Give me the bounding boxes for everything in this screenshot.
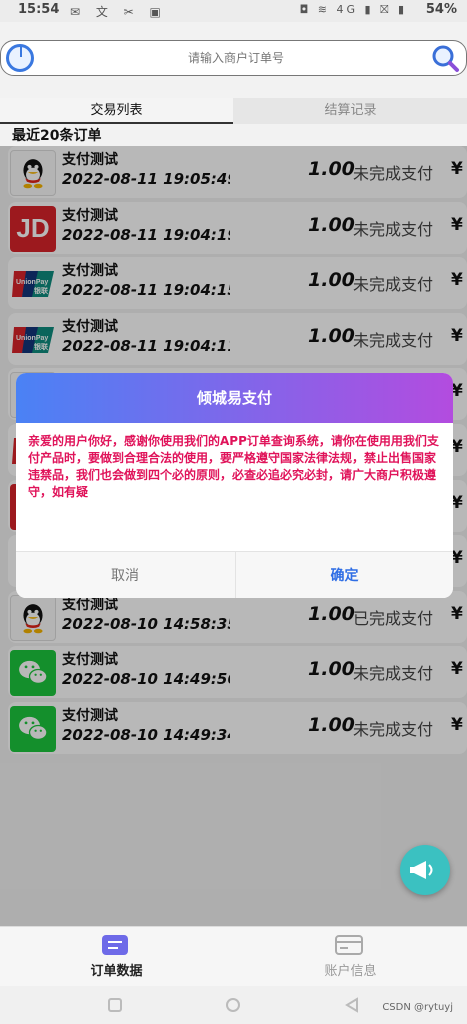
dialog-actions: 取消 确定 (16, 551, 453, 598)
nav-order-data-label: 订单数据 (90, 964, 143, 979)
watermark: CSDN @rytuyj (382, 1002, 453, 1013)
nav-account-info-label: 账户信息 (324, 964, 377, 979)
confirm-button[interactable]: 确定 (235, 552, 453, 598)
announcement-fab[interactable] (400, 845, 450, 895)
tab-bar: 交易列表 结算记录 (0, 98, 467, 124)
tab-settlements[interactable]: 结算记录 (234, 98, 467, 124)
notice-dialog: 倾城易支付 亲爱的用户你好，感谢你使用我们的APP订单查询系统，请你在使用用我们… (16, 373, 453, 598)
status-time: 15:54 (18, 2, 60, 17)
tab-transactions[interactable]: 交易列表 (0, 98, 233, 124)
recent-apps-icon[interactable] (107, 997, 123, 1013)
app-logo-icon (6, 44, 34, 72)
dialog-title: 倾城易支付 (16, 373, 453, 423)
signal-icons: ◘ ≋ 4G ▮ ⛝ ▮ (299, 3, 407, 16)
cancel-button[interactable]: 取消 (16, 552, 234, 598)
back-icon[interactable] (344, 997, 360, 1013)
battery-level: 54% (425, 2, 457, 17)
order-data-icon (102, 935, 128, 955)
nav-account-info[interactable]: 账户信息 (234, 927, 467, 987)
account-info-icon (335, 935, 363, 955)
list-title: 最近20条订单 (12, 128, 102, 144)
megaphone-icon (410, 861, 433, 879)
nav-order-data[interactable]: 订单数据 (0, 927, 233, 987)
status-bar: 15:54 ✉ 文 ✂ ▣ ◘ ≋ 4G ▮ ⛝ ▮ 54% (0, 0, 467, 22)
bottom-nav: 订单数据 账户信息 (0, 926, 467, 986)
notification-icons: ✉ 文 ✂ ▣ (70, 5, 167, 19)
search-icon[interactable] (430, 43, 460, 73)
dialog-message: 亲爱的用户你好，感谢你使用我们的APP订单查询系统，请你在使用用我们支付产品时，… (28, 434, 439, 499)
search-bar (0, 40, 467, 76)
search-input[interactable] (41, 43, 431, 73)
home-icon[interactable] (225, 997, 241, 1013)
